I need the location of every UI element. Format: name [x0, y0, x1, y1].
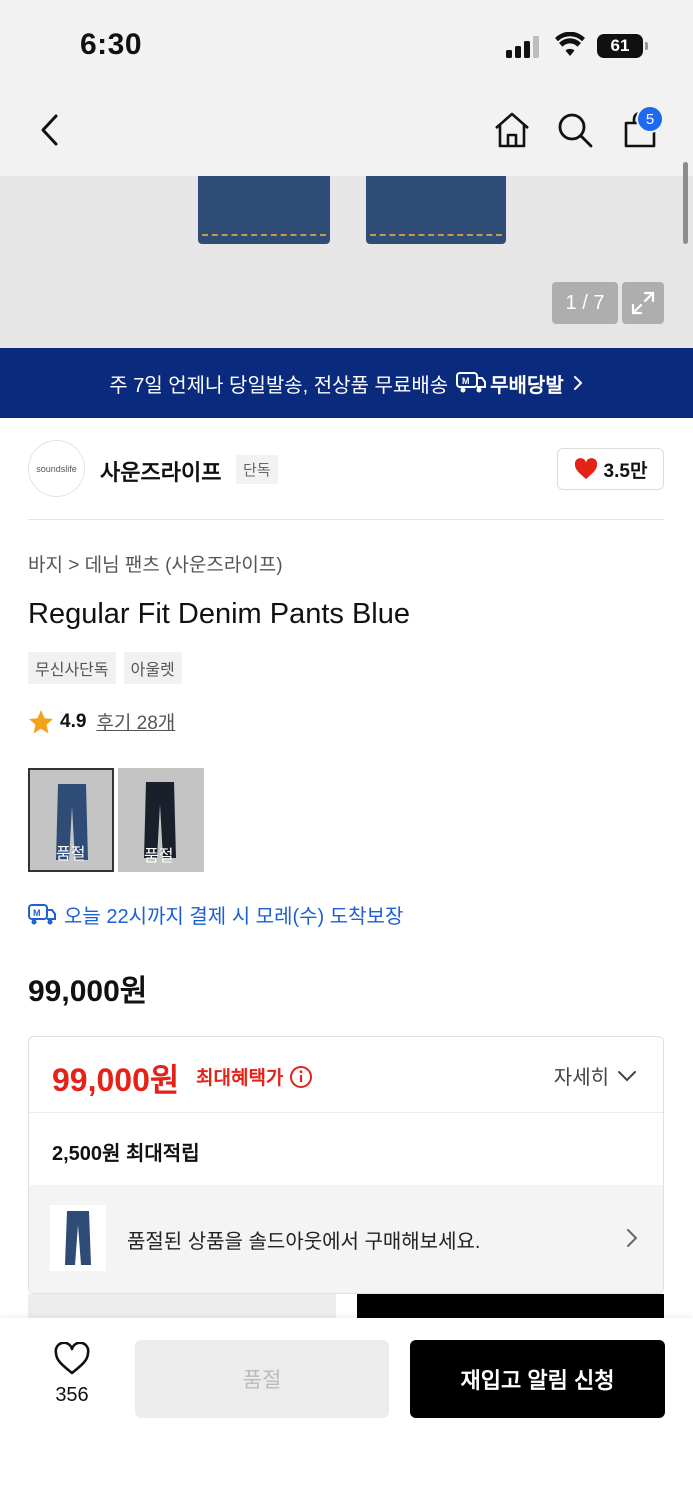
- breadcrumb-subcategory[interactable]: 데님 팬츠 (사운즈라이프): [85, 555, 283, 576]
- chevron-right-icon: [573, 376, 583, 390]
- benefit-box: 99,000원 최대혜택가 자세히 2,500원 최대적립 품절된 상품을 솔드…: [28, 1036, 664, 1294]
- heart-filled-icon: [574, 458, 597, 479]
- breadcrumb-category[interactable]: 바지: [28, 555, 63, 576]
- soldout-product-thumbnail: [50, 1205, 106, 1271]
- delivery-guarantee[interactable]: M 오늘 22시까지 결제 시 모레(수) 도착보장: [28, 900, 403, 929]
- star-icon: [29, 709, 53, 733]
- product-image: [198, 176, 330, 244]
- detail-toggle[interactable]: 자세히: [554, 1061, 637, 1090]
- scrollbar[interactable]: [683, 162, 688, 244]
- product-image: [366, 176, 506, 244]
- brand-like-button[interactable]: 3.5만: [557, 448, 664, 490]
- max-benefit-text: 최대혜택가: [196, 1068, 284, 1089]
- max-benefit-row[interactable]: 99,000원 최대혜택가 자세히: [29, 1037, 663, 1113]
- brand-like-count: 3.5만: [603, 460, 648, 482]
- home-icon[interactable]: [490, 108, 534, 152]
- breadcrumb: 바지 > 데님 팬츠 (사운즈라이프): [28, 550, 283, 577]
- brand-row: soundslife 사운즈라이프 단독 3.5만: [28, 440, 664, 498]
- rating-row: 4.9 후기 28개: [28, 708, 175, 735]
- color-options: 품절 품절: [28, 768, 204, 872]
- soldout-button[interactable]: 품절: [135, 1340, 389, 1418]
- truck-icon: M: [28, 903, 56, 924]
- svg-text:M: M: [33, 908, 41, 918]
- top-nav: [0, 90, 693, 176]
- chevron-down-icon: [618, 1070, 636, 1081]
- chevron-right-icon: >: [68, 555, 85, 576]
- banner-service-label: 무배당발: [490, 374, 564, 397]
- banner-text: 주 7일 언제나 당일발송, 전상품 무료배송: [109, 374, 449, 397]
- like-count: 356: [55, 1384, 89, 1406]
- bottom-action-bar: 356 품절 재입고 알림 신청: [0, 1318, 693, 1500]
- color-option-blue[interactable]: 품절: [28, 768, 114, 872]
- product-price: 99,000원: [28, 975, 148, 1008]
- expand-icon[interactable]: [622, 282, 664, 324]
- product-tag: 아울렛: [123, 652, 182, 684]
- inline-restock-button: [357, 1294, 664, 1318]
- back-icon[interactable]: [28, 108, 72, 152]
- inline-soldout-button: [28, 1294, 336, 1318]
- delivery-text: 오늘 22시까지 결제 시 모레(수) 도착보장: [64, 906, 404, 928]
- detail-label: 자세히: [553, 1067, 609, 1089]
- product-title: Regular Fit Denim Pants Blue: [28, 598, 410, 630]
- review-count-link[interactable]: 후기 28개: [96, 708, 175, 735]
- max-points: 2,500원 최대적립: [52, 1143, 200, 1165]
- like-button[interactable]: 356: [40, 1342, 104, 1412]
- cart-count-badge: 5: [636, 105, 664, 133]
- battery-icon: 61: [597, 34, 648, 58]
- brand-logo[interactable]: soundslife: [28, 440, 85, 497]
- exclusive-badge: 단독: [236, 455, 278, 484]
- divider: [28, 519, 664, 520]
- banner-service: M 무배당발: [456, 369, 564, 398]
- signal-icon: [506, 36, 542, 58]
- soldout-market-link[interactable]: 품절된 상품을 솔드아웃에서 구매해보세요.: [29, 1185, 663, 1293]
- restock-alert-button[interactable]: 재입고 알림 신청: [410, 1340, 665, 1418]
- wifi-icon: [555, 32, 585, 56]
- color-option-black[interactable]: 품절: [118, 768, 204, 872]
- soldout-label: 품절: [56, 846, 86, 863]
- max-benefit-label: 최대혜택가: [196, 1063, 313, 1090]
- search-icon[interactable]: [553, 108, 597, 152]
- free-shipping-banner[interactable]: 주 7일 언제나 당일발송, 전상품 무료배송 M 무배당발: [0, 348, 693, 418]
- info-icon[interactable]: [289, 1065, 313, 1089]
- image-counter: 1 / 7: [552, 282, 618, 324]
- svg-text:M: M: [462, 376, 470, 386]
- product-tags: 무신사단독 아울렛: [28, 652, 182, 684]
- product-tag: 무신사단독: [28, 652, 116, 684]
- status-bar: 6:30 61: [0, 0, 693, 90]
- soldout-market-text: 품절된 상품을 솔드아웃에서 구매해보세요.: [127, 1231, 481, 1253]
- soldout-label: 품절: [144, 848, 174, 865]
- brand-name[interactable]: 사운즈라이프: [100, 455, 221, 487]
- chevron-right-icon: [627, 1229, 638, 1247]
- heart-outline-icon: [54, 1342, 90, 1375]
- rating-score: 4.9: [60, 710, 87, 732]
- status-time: 6:30: [80, 28, 143, 61]
- truck-icon: M: [456, 372, 487, 393]
- max-benefit-price: 99,000원: [52, 1062, 180, 1098]
